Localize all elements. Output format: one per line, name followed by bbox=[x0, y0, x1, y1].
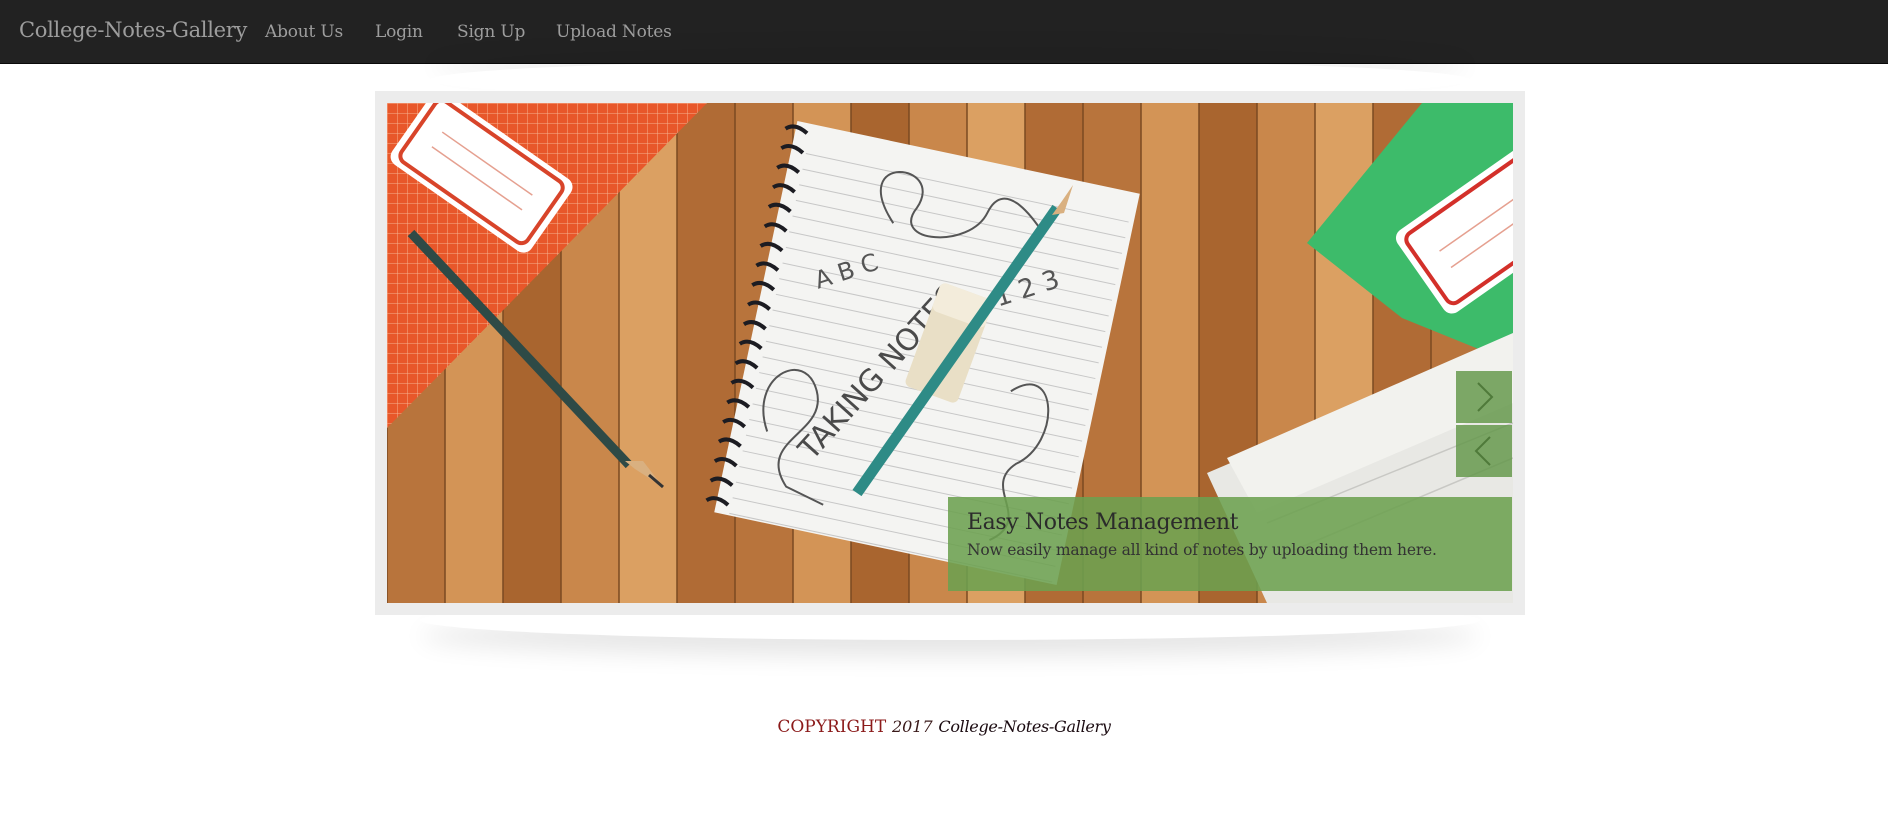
prev-slide-button[interactable] bbox=[1456, 425, 1512, 477]
caption-title: Easy Notes Management bbox=[967, 510, 1239, 535]
chevron-right-icon bbox=[1477, 382, 1494, 412]
nav-upload-notes[interactable]: Upload Notes bbox=[556, 22, 672, 42]
next-slide-button[interactable] bbox=[1456, 371, 1512, 423]
brand-link[interactable]: College-Notes-Gallery bbox=[19, 18, 247, 42]
footer: COPYRIGHT 2017 College-Notes-Gallery bbox=[0, 716, 1888, 737]
nav-about-us[interactable]: About Us bbox=[265, 22, 343, 42]
copyright-site-name: College-Notes-Gallery bbox=[938, 717, 1111, 736]
nav-sign-up[interactable]: Sign Up bbox=[457, 22, 525, 42]
copyright-label: COPYRIGHT bbox=[777, 717, 887, 737]
chevron-left-icon bbox=[1474, 436, 1491, 466]
nav-login[interactable]: Login bbox=[375, 22, 423, 42]
copyright-year: 2017 bbox=[891, 717, 933, 736]
slide-caption: Easy Notes Management Now easily manage … bbox=[948, 497, 1512, 591]
caption-text: Now easily manage all kind of notes by u… bbox=[967, 541, 1437, 559]
navbar: College-Notes-Gallery About Us Login Sig… bbox=[0, 0, 1888, 64]
